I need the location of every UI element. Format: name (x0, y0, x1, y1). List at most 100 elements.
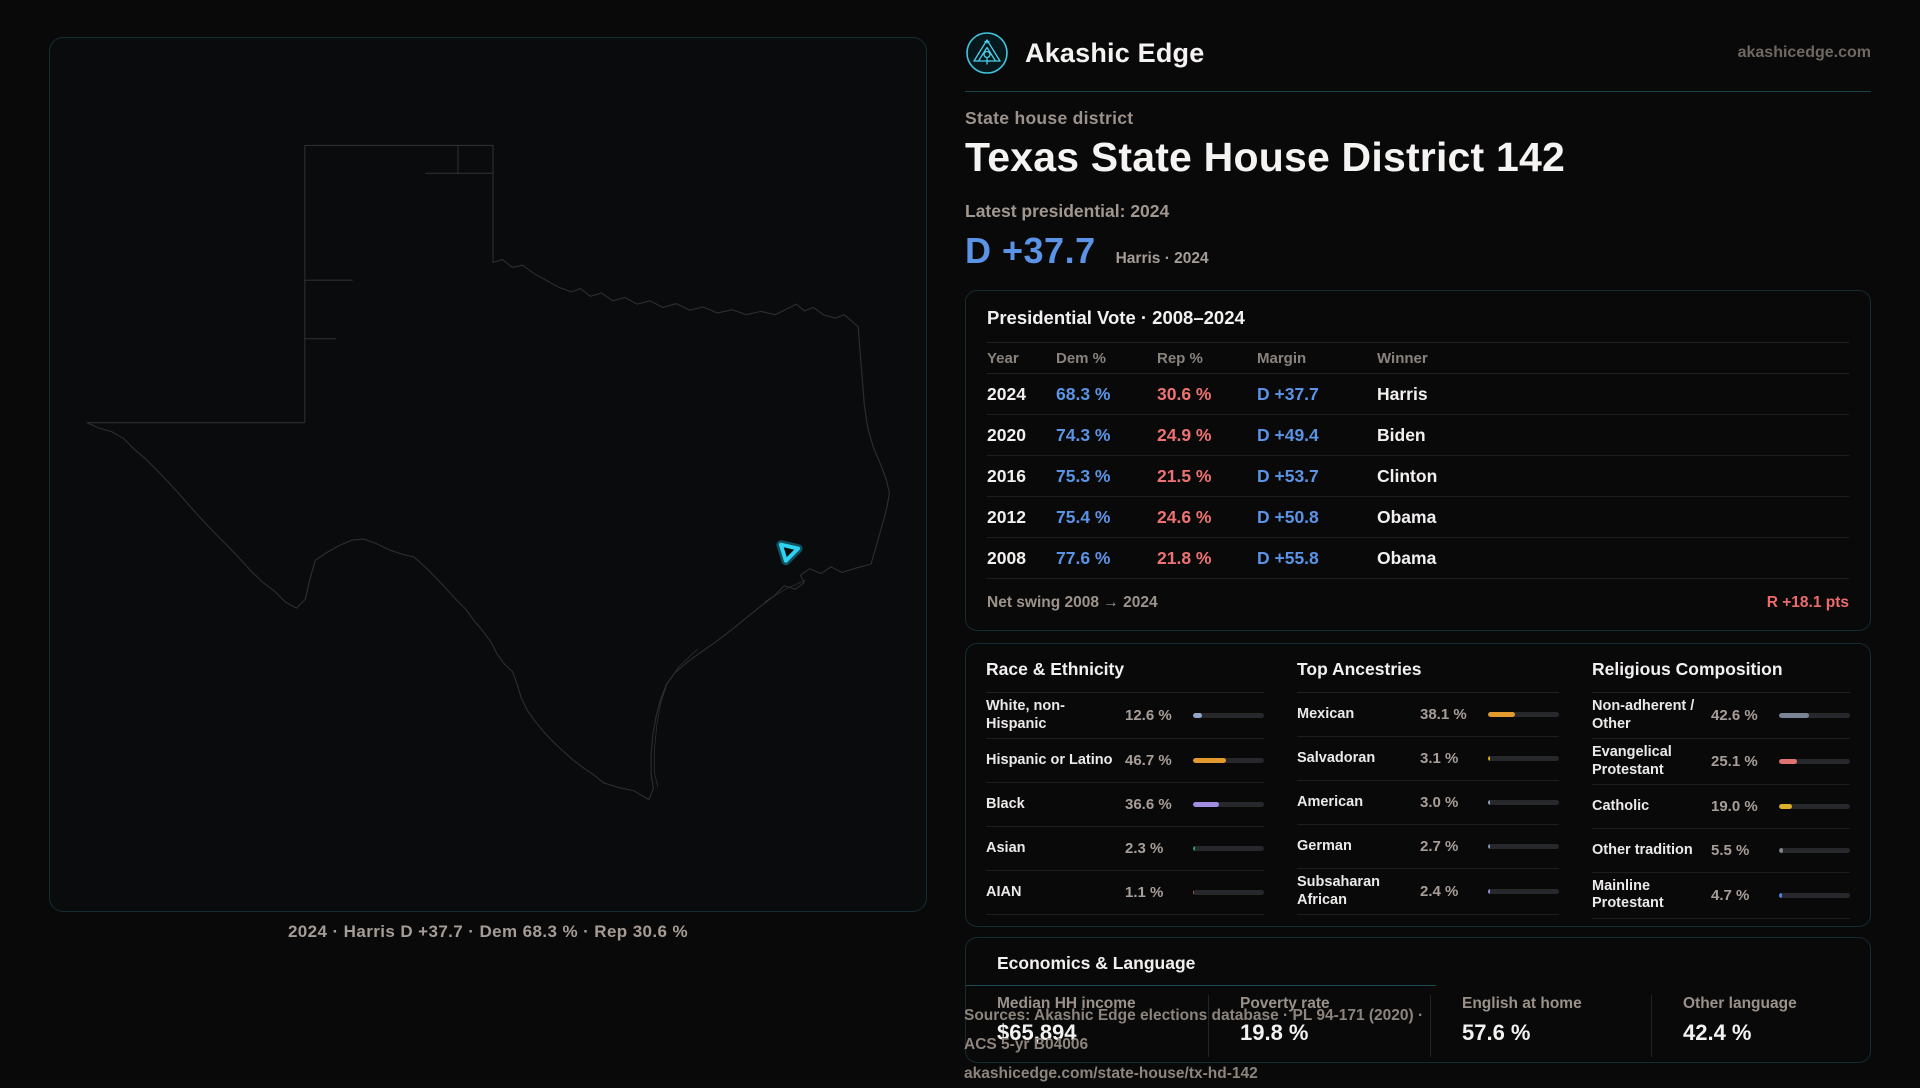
winner-cell: Obama (1377, 547, 1437, 568)
table-row: 2024 68.3 % 30.6 % D +37.7 Harris (987, 374, 1849, 416)
stats-row: Median HH income $65,894 Poverty rate 19… (966, 995, 1870, 1058)
col-margin: Margin (1257, 349, 1307, 367)
dem-cell: 74.3 % (1056, 424, 1111, 445)
demo-label: Asian (986, 839, 1026, 856)
demo-value: 12.6 % (1125, 707, 1172, 725)
bar-track (1779, 847, 1850, 853)
net-swing-value: R +18.1 pts (1766, 593, 1849, 611)
demo-label: Subsaharan African (1297, 874, 1380, 908)
demo-value: 2.4 % (1420, 883, 1459, 901)
texas-map (86, 144, 890, 801)
religious-composition-panel: Religious Composition Non-adherent / Oth… (1592, 644, 1850, 919)
demo-row: Mainline Protestant 4.7 % (1592, 873, 1850, 919)
winner-cell: Harris (1377, 383, 1428, 404)
bar-track (1488, 756, 1559, 762)
stat-poverty-rate: Poverty rate 19.8 % (1208, 995, 1430, 1058)
rep-cell: 30.6 % (1157, 383, 1212, 404)
bar-fill (1488, 800, 1491, 806)
demo-row: Hispanic or Latino 46.7 % (986, 739, 1264, 784)
net-swing-row: Net swing 2008 → 2024 R +18.1 pts (987, 579, 1849, 626)
year-cell: 2012 (987, 506, 1026, 527)
panel-title: Race & Ethnicity (986, 659, 1264, 694)
bar-fill (1779, 803, 1793, 809)
table-row: 2020 74.3 % 24.9 % D +49.4 Biden (987, 415, 1849, 457)
dem-cell: 75.4 % (1056, 506, 1111, 527)
demo-row: Evangelical Protestant 25.1 % (1592, 739, 1850, 785)
stat-label: Poverty rate (1240, 995, 1330, 1013)
rep-cell: 21.5 % (1157, 465, 1212, 486)
demo-value: 4.7 % (1711, 886, 1750, 904)
demo-row: German 2.7 % (1297, 825, 1559, 870)
rep-cell: 21.8 % (1157, 547, 1212, 568)
year-cell: 2020 (987, 424, 1026, 445)
margin-cell: D +53.7 (1257, 465, 1319, 486)
bar-track (1193, 802, 1264, 808)
demo-value: 3.0 % (1420, 794, 1459, 812)
bar-track (1193, 890, 1264, 896)
bar-fill (1779, 892, 1783, 898)
winner-cell: Biden (1377, 424, 1426, 445)
margin-headline-row: D +37.7 Harris · 2024 (965, 230, 1871, 274)
margin-context: Harris · 2024 (1115, 250, 1209, 268)
col-rep: Rep % (1157, 349, 1203, 367)
panhandle-lines (304, 144, 494, 340)
demo-label: White, non-Hispanic (986, 698, 1065, 732)
presidential-vote-card: Presidential Vote · 2008–2024 Year Dem %… (965, 290, 1871, 632)
bar-track (1193, 846, 1264, 852)
district-marker[interactable] (776, 540, 803, 566)
bar-fill (1779, 847, 1783, 853)
top-ancestries-panel: Top Ancestries Mexican 38.1 % Salvadoran… (1297, 644, 1559, 918)
bar-track (1488, 712, 1559, 718)
demo-value: 19.0 % (1711, 797, 1758, 815)
demo-label: American (1297, 794, 1364, 811)
winner-cell: Clinton (1377, 465, 1438, 486)
demo-label: Hispanic or Latino (986, 751, 1113, 768)
site-header: Akashic Edge akashicedge.com (965, 30, 1871, 76)
brand-domain-link[interactable]: akashicedge.com (1738, 44, 1871, 62)
stat-value: 19.8 % (1240, 1020, 1309, 1046)
demo-value: 42.6 % (1711, 707, 1758, 725)
demo-value: 38.1 % (1420, 706, 1467, 724)
demo-row: Black 36.6 % (986, 783, 1264, 828)
bar-track (1193, 713, 1264, 719)
vote-table-title: Presidential Vote · 2008–2024 (987, 307, 1245, 329)
bar-fill (1193, 890, 1194, 896)
demo-label: Salvadoran (1297, 750, 1376, 767)
stat-median-income: Median HH income $65,894 (966, 995, 1208, 1057)
economics-language-card: Economics & Language Median HH income $6… (965, 937, 1871, 1064)
rep-cell: 24.6 % (1157, 506, 1212, 527)
bar-fill (1193, 758, 1227, 764)
col-winner: Winner (1377, 349, 1428, 367)
demo-value: 5.5 % (1711, 841, 1750, 859)
table-row: 2016 75.3 % 21.5 % D +53.7 Clinton (987, 456, 1849, 498)
table-row: 2008 77.6 % 21.8 % D +55.8 Obama (987, 538, 1849, 580)
akashic-edge-logo-icon (966, 32, 1008, 74)
detail-panel: Akashic Edge akashicedge.com State house… (965, 0, 1871, 1064)
demo-row: Asian 2.3 % (986, 827, 1264, 872)
panel-title: Religious Composition (1592, 659, 1850, 694)
map-caption: 2024 · Harris D +37.7 · Dem 68.3 % · Rep… (287, 922, 689, 941)
bar-fill (1779, 713, 1810, 719)
demo-row: AIAN 1.1 % (986, 871, 1264, 916)
year-cell: 2008 (987, 547, 1026, 568)
rep-cell: 24.9 % (1157, 424, 1212, 445)
kicker: State house district (965, 108, 1134, 128)
demo-label: Non-adherent / Other (1592, 698, 1695, 732)
map-card (49, 37, 927, 912)
bar-fill (1779, 759, 1797, 765)
stat-value: 57.6 % (1462, 1020, 1531, 1046)
bar-track (1193, 758, 1264, 764)
demo-value: 2.7 % (1420, 838, 1459, 856)
demo-row: Catholic 19.0 % (1592, 785, 1850, 829)
stat-value: 42.4 % (1683, 1020, 1752, 1046)
margin-cell: D +55.8 (1257, 547, 1319, 568)
demo-label: Evangelical Protestant (1592, 744, 1672, 778)
dem-cell: 68.3 % (1056, 383, 1111, 404)
stat-label: Other language (1683, 995, 1797, 1013)
demo-value: 2.3 % (1125, 840, 1164, 858)
dem-cell: 77.6 % (1056, 547, 1111, 568)
coast-islands (654, 579, 806, 788)
latest-presidential-label: Latest presidential: 2024 (965, 201, 1170, 222)
demo-row: Non-adherent / Other 42.6 % (1592, 693, 1850, 740)
demo-row: White, non-Hispanic 12.6 % (986, 693, 1264, 740)
